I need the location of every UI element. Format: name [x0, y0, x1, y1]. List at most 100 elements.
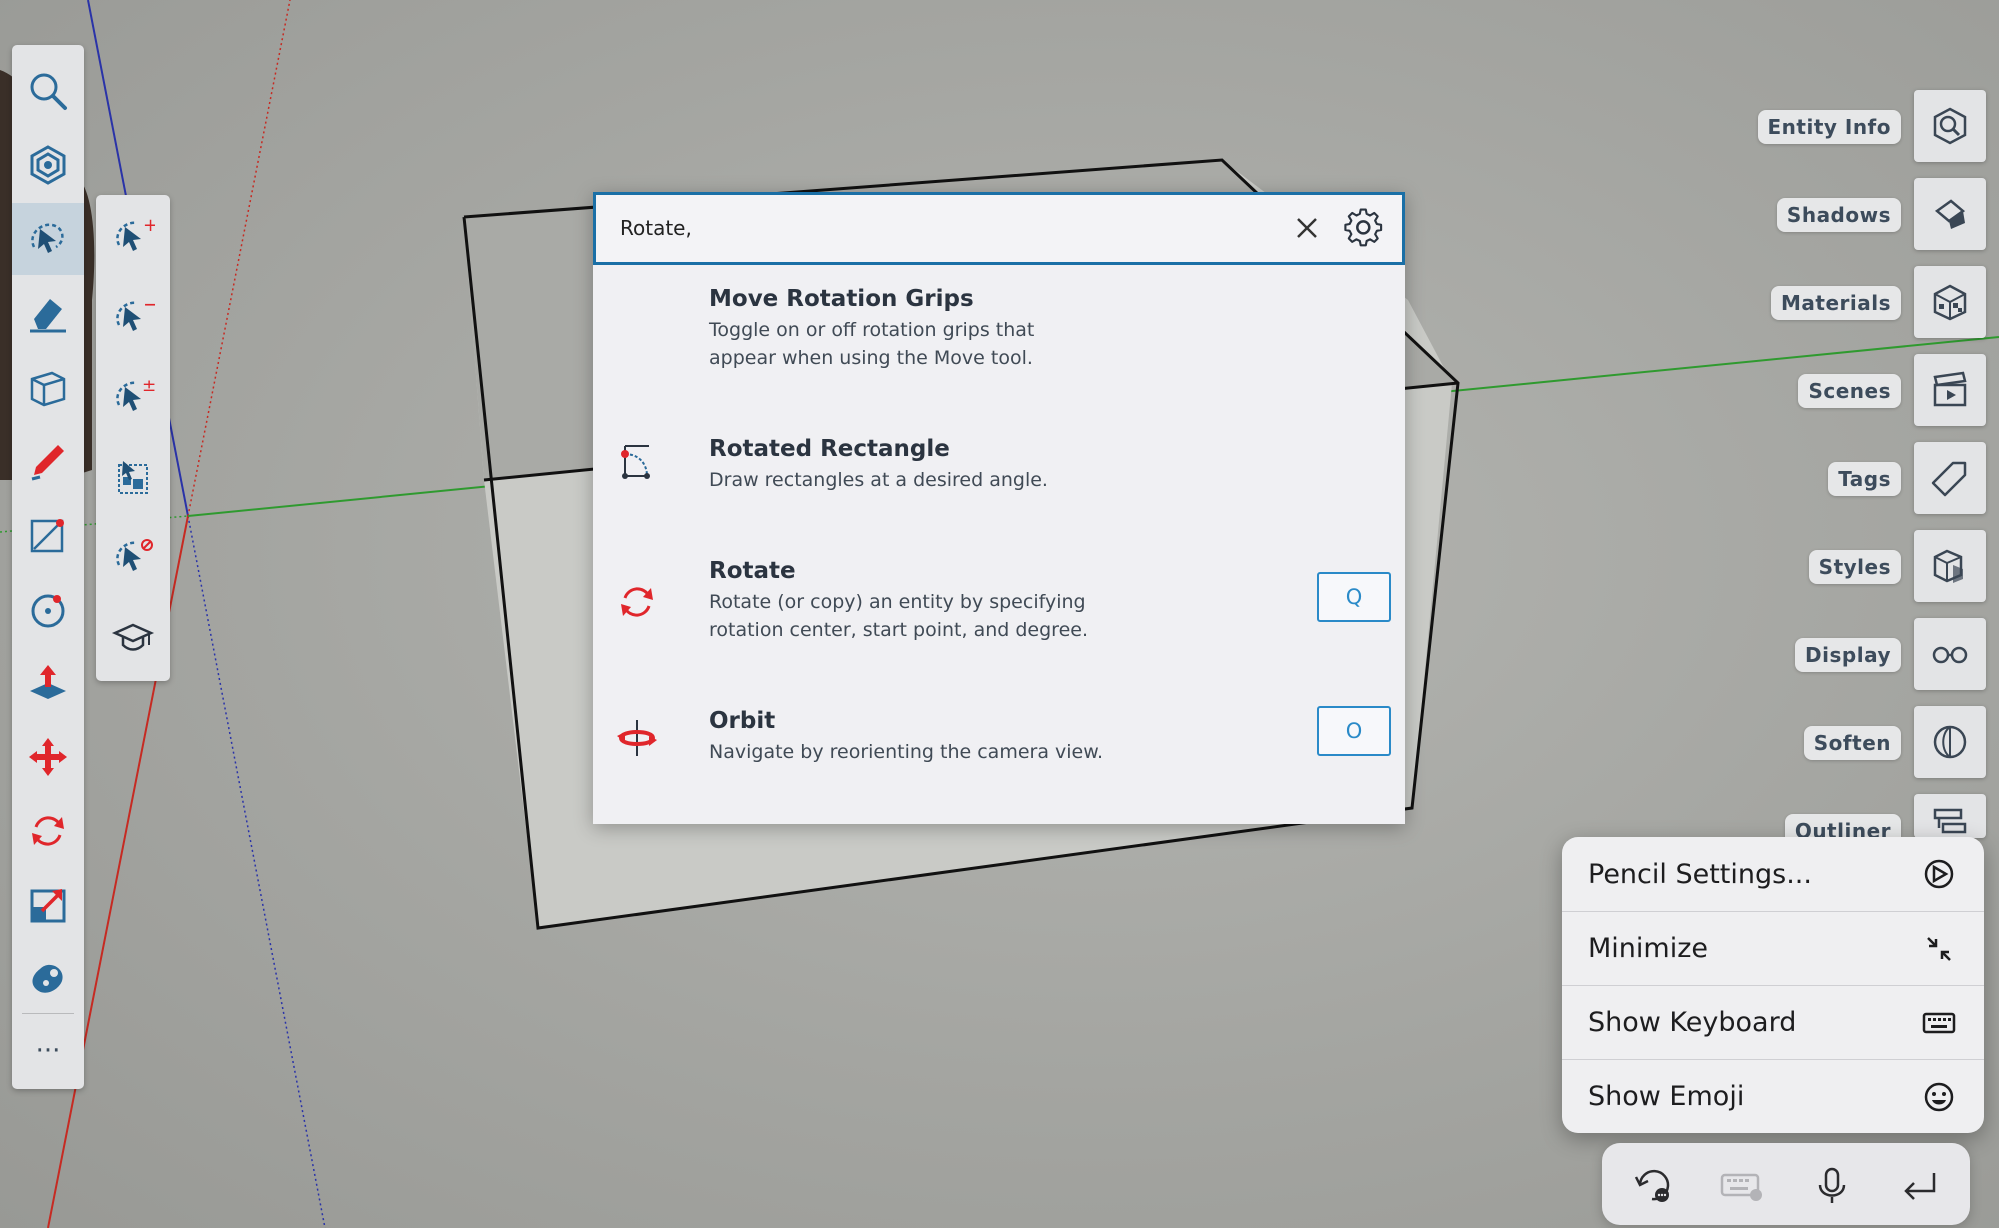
- select-add-button[interactable]: +: [97, 201, 169, 273]
- panel-button-styles[interactable]: [1914, 530, 1986, 602]
- panel-button-display[interactable]: [1914, 618, 1986, 690]
- search-tool-button[interactable]: [12, 55, 84, 127]
- graduation-cap-icon: [111, 623, 155, 651]
- search-dialog: Move Rotation Grips Toggle on or off rot…: [593, 192, 1405, 824]
- menu-item-show-keyboard[interactable]: Show Keyboard: [1562, 985, 1984, 1059]
- select-lasso-icon: [31, 223, 64, 253]
- undo-menu-icon[interactable]: [1630, 1163, 1674, 1207]
- panel-button-soften[interactable]: [1914, 706, 1986, 778]
- menu-item-label: Pencil Settings...: [1588, 858, 1812, 890]
- panel-button-tags[interactable]: [1914, 442, 1986, 514]
- pencil-icon: [31, 445, 64, 481]
- keyboard-disabled-icon: [1720, 1173, 1762, 1201]
- result-item[interactable]: Orbit Navigate by reorienting the camera…: [593, 706, 1405, 788]
- eraser-tool-button[interactable]: [12, 277, 84, 349]
- toolbar-separator: [22, 1013, 74, 1014]
- return-key-icon[interactable]: [1898, 1163, 1942, 1207]
- minimize-icon: [1927, 936, 1951, 961]
- panel-button-outliner[interactable]: [1914, 794, 1986, 838]
- pencil-settings-icon: [1924, 859, 1954, 889]
- orbit-icon: [617, 720, 657, 756]
- line-tool-button[interactable]: [12, 499, 84, 571]
- circle-tool-button[interactable]: [12, 573, 84, 645]
- svg-text:+: +: [143, 215, 155, 236]
- result-title: Orbit: [709, 708, 776, 734]
- select-add-icon: +: [116, 215, 155, 251]
- move-tool-button[interactable]: [12, 721, 84, 793]
- circle-icon: [31, 594, 65, 628]
- menu-item-minimize[interactable]: Minimize: [1562, 911, 1984, 985]
- panel-button-scenes[interactable]: [1914, 354, 1986, 426]
- blue-axis-hidden: [187, 515, 326, 1228]
- keyboard-icon: [1922, 1012, 1956, 1033]
- svg-text:±: ±: [142, 376, 155, 396]
- rotate-icon: [621, 587, 653, 617]
- panel-button-shadows[interactable]: [1914, 178, 1986, 250]
- panel-label-soften[interactable]: Soften: [1803, 726, 1901, 760]
- result-item[interactable]: Rotate Rotate (or copy) an entity by spe…: [593, 558, 1405, 668]
- select-tool-button[interactable]: [12, 203, 84, 275]
- instructor-button[interactable]: [97, 601, 169, 673]
- result-description: Navigate by reorienting the camera view.: [709, 741, 1104, 763]
- keyboard-context-menu: Pencil Settings... Minimize Show Keyboar…: [1562, 837, 1984, 1133]
- more-tools-button[interactable]: ···: [12, 1015, 84, 1087]
- select-all-icon: [118, 461, 148, 494]
- tape-measure-tool-button[interactable]: [12, 351, 84, 423]
- panel-label-display[interactable]: Display: [1795, 638, 1901, 672]
- tags-icon: [1931, 461, 1967, 497]
- paint-bucket-tool-button[interactable]: [12, 943, 84, 1015]
- entity-info-icon: [1933, 107, 1967, 145]
- select-none-button[interactable]: [97, 521, 169, 593]
- panel-button-entity-info[interactable]: [1914, 90, 1986, 162]
- svg-text:−: −: [143, 295, 155, 316]
- result-title: Rotated Rectangle: [709, 436, 950, 462]
- select-toggle-icon: ±: [116, 376, 155, 411]
- result-title: Move Rotation Grips: [709, 286, 974, 312]
- pencil-tool-button[interactable]: [12, 425, 84, 497]
- scale-tool-button[interactable]: [12, 869, 84, 941]
- menu-item-label: Show Emoji: [1588, 1081, 1745, 1112]
- shortcut-badge[interactable]: O: [1317, 706, 1391, 756]
- move-icon: [29, 738, 67, 776]
- keyboard-shortcut-bar: [1602, 1143, 1970, 1225]
- red-axis-hidden: [187, 0, 291, 517]
- select-none-icon: [116, 539, 153, 571]
- result-item[interactable]: Rotated Rectangle Draw rectangles at a d…: [593, 436, 1405, 526]
- line-icon: [30, 519, 64, 553]
- close-icon[interactable]: [1290, 211, 1324, 245]
- search-icon: [30, 73, 67, 110]
- scenes-icon: [1933, 371, 1967, 407]
- panel-label-scenes[interactable]: Scenes: [1798, 374, 1901, 408]
- result-description: Rotate (or copy) an entity by specifying…: [709, 591, 1088, 641]
- component-tool-button[interactable]: [12, 129, 84, 201]
- result-item[interactable]: Move Rotation Grips Toggle on or off rot…: [593, 286, 1405, 396]
- select-subtract-button[interactable]: −: [97, 281, 169, 353]
- display-glasses-icon: [1932, 646, 1968, 664]
- paint-bucket-icon: [32, 964, 63, 993]
- soften-icon: [1933, 725, 1967, 759]
- styles-icon: [1933, 549, 1963, 583]
- panel-label-shadows[interactable]: Shadows: [1776, 198, 1901, 232]
- menu-item-show-emoji[interactable]: Show Emoji: [1562, 1059, 1984, 1133]
- shortcut-badge[interactable]: Q: [1317, 572, 1391, 622]
- select-toggle-button[interactable]: ±: [97, 361, 169, 433]
- select-all-button[interactable]: [97, 441, 169, 513]
- panel-label-materials[interactable]: Materials: [1771, 286, 1901, 320]
- menu-item-pencil-settings[interactable]: Pencil Settings...: [1562, 837, 1984, 911]
- panel-button-materials[interactable]: [1914, 266, 1986, 338]
- main-toolbar: ···: [12, 45, 84, 1089]
- gear-icon[interactable]: [1342, 207, 1384, 249]
- rotate-tool-button[interactable]: [12, 795, 84, 867]
- push-pull-icon: [30, 665, 66, 699]
- search-input[interactable]: [618, 209, 1302, 247]
- panel-label-outliner[interactable]: Outliner: [1784, 814, 1901, 838]
- microphone-icon[interactable]: [1810, 1163, 1854, 1207]
- scale-icon: [30, 889, 66, 923]
- result-description: Draw rectangles at a desired angle.: [709, 469, 1048, 491]
- eraser-icon: [30, 299, 66, 333]
- panel-label-styles[interactable]: Styles: [1808, 550, 1901, 584]
- push-pull-tool-button[interactable]: [12, 647, 84, 719]
- panel-label-entity-info[interactable]: Entity Info: [1757, 110, 1901, 144]
- component-icon: [30, 145, 66, 185]
- panel-label-tags[interactable]: Tags: [1828, 462, 1901, 496]
